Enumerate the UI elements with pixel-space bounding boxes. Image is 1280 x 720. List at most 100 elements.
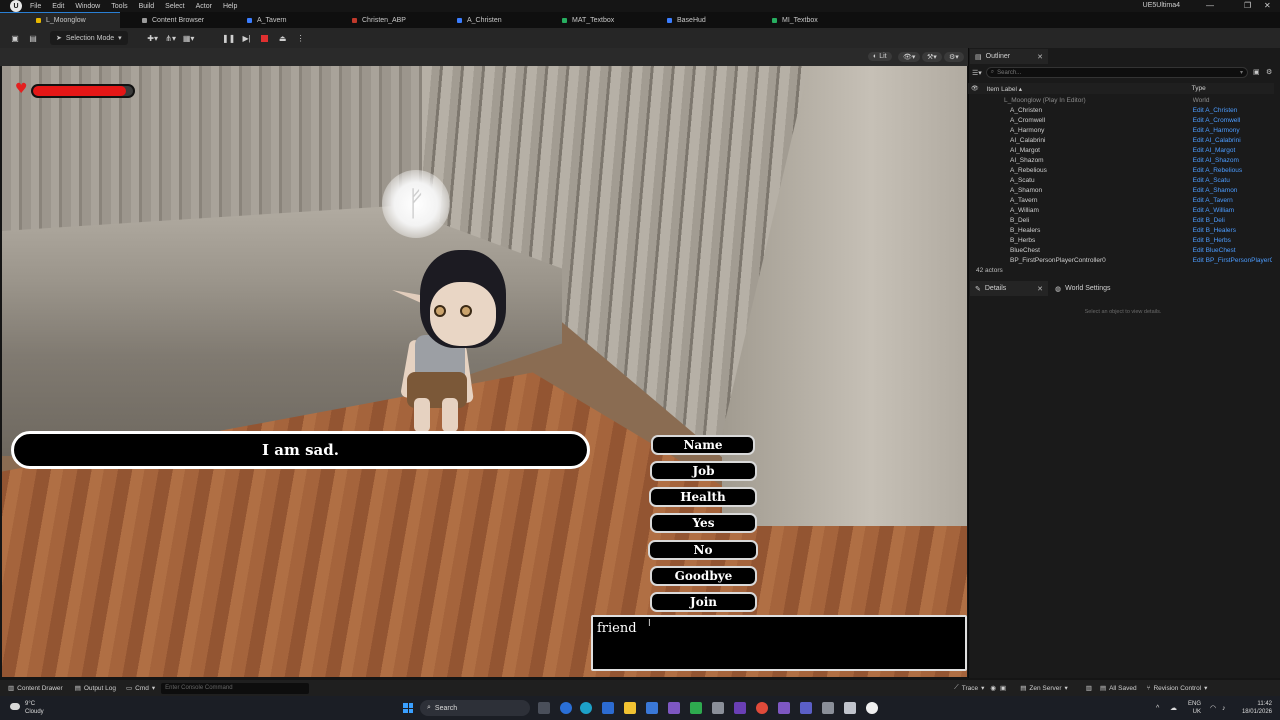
unreal-logo-icon[interactable]: U [10, 0, 22, 12]
edge-icon[interactable] [580, 702, 592, 714]
snap-settings-icon[interactable]: ⚒▾ [922, 52, 942, 62]
outliner-row[interactable]: AI_Margot Edit AI_Margot [968, 145, 1272, 155]
outliner-search-input[interactable]: ⌕ Search... ▾ [985, 67, 1248, 78]
tab-outliner[interactable]: ▤ Outliner ✕ [970, 49, 1048, 64]
selection-mode-dropdown[interactable]: ➤ Selection Mode ▾ [50, 31, 128, 45]
game-viewport[interactable] [2, 66, 967, 677]
edit-actor-link[interactable]: Edit BP_FirstPersonPlayerC [1193, 257, 1272, 264]
outliner-row[interactable]: BP_FirstPersonPlayerController0 Edit BP_F… [968, 255, 1272, 265]
menu-edit[interactable]: Edit [52, 3, 64, 10]
edit-actor-link[interactable]: Edit B_Deli [1193, 217, 1272, 224]
blueprint-menu-icon[interactable]: ⋔▾ [164, 31, 178, 45]
edit-actor-link[interactable]: Edit AI_Margot [1193, 147, 1272, 154]
reply-button-no[interactable]: No [648, 540, 758, 560]
edit-actor-link[interactable]: Edit A_Christen [1193, 107, 1272, 114]
edit-actor-link[interactable]: Edit A_Scatu [1193, 177, 1272, 184]
tab-christen-abp[interactable]: Christen_ABP [330, 12, 435, 28]
step-icon[interactable]: ▶| [240, 31, 254, 45]
edit-actor-link[interactable]: Edit AI_Calabrini [1193, 137, 1272, 144]
menu-file[interactable]: File [30, 3, 41, 10]
task-view-icon[interactable] [538, 702, 550, 714]
content-drawer-button[interactable]: ▥ Content Drawer [8, 684, 63, 693]
outliner-row[interactable]: A_Harmony Edit A_Harmony [968, 125, 1272, 135]
onedrive-icon[interactable]: ☁ [1170, 705, 1177, 713]
menu-window[interactable]: Window [75, 3, 100, 10]
outliner-row[interactable]: B_Deli Edit B_Deli [968, 215, 1272, 225]
tab-a-tavern[interactable]: A_Tavern [225, 12, 330, 28]
view-mode-lit-dropdown[interactable]: ◐ Lit [868, 52, 892, 61]
reply-button-job[interactable]: Job [650, 461, 757, 481]
edit-actor-link[interactable]: Edit A_Rebelious [1193, 167, 1272, 174]
tab-mat-textbox[interactable]: MAT_Textbox [540, 12, 645, 28]
stats-icon[interactable]: ▥ [1086, 684, 1092, 692]
output-log-button[interactable]: ▤ Output Log [75, 684, 116, 693]
close-outliner-icon[interactable]: ✕ [1037, 53, 1043, 61]
weather-widget[interactable]: 9°C Cloudy [25, 700, 44, 716]
console-command-input[interactable]: Enter Console Command [161, 682, 310, 694]
maximize-icon[interactable]: ❐ [1244, 1, 1251, 10]
language-indicator[interactable]: ENG UK [1188, 700, 1201, 716]
snipping-tool-icon[interactable] [844, 702, 856, 714]
outliner-root-row[interactable]: L_Moonglow (Play In Editor) World [968, 95, 1272, 105]
edit-actor-link[interactable]: Edit A_Cromwell [1193, 117, 1272, 124]
edit-actor-link[interactable]: Edit A_Harmony [1193, 127, 1272, 134]
item-label-column[interactable]: Item Label ▴ [987, 85, 1192, 93]
clock[interactable]: 11:42 18/01/2026 [1236, 700, 1272, 716]
stop-button[interactable] [258, 31, 272, 45]
reply-button-yes[interactable]: Yes [650, 513, 757, 533]
menu-select[interactable]: Select [165, 3, 184, 10]
teams-icon[interactable] [800, 702, 812, 714]
taskbar-search[interactable]: ⌕ Search [420, 700, 530, 716]
eject-icon[interactable]: ⏏ [276, 31, 290, 45]
settings-app-icon[interactable] [602, 702, 614, 714]
outliner-row[interactable]: A_William Edit A_William [968, 205, 1272, 215]
visibility-icon[interactable]: 👁 [971, 85, 979, 92]
edit-actor-link[interactable]: Edit A_Shamon [1193, 187, 1272, 194]
outliner-row[interactable]: A_Cromwell Edit A_Cromwell [968, 115, 1272, 125]
pause-icon[interactable]: ❚❚ [222, 31, 236, 45]
volume-icon[interactable]: ♪ [1222, 705, 1226, 713]
tray-chevron-icon[interactable]: ^ [1156, 705, 1159, 713]
tab-details[interactable]: ✎ Details ✕ [970, 281, 1048, 296]
outliner-row[interactable]: A_Tavern Edit A_Tavern [968, 195, 1272, 205]
record-icon[interactable]: ◉ [990, 684, 996, 692]
copilot-icon[interactable] [560, 702, 572, 714]
outliner-settings-icon[interactable]: ⚙ [1266, 68, 1272, 76]
trace-dropdown[interactable]: ⟋ Trace ▾ [954, 684, 984, 692]
wifi-icon[interactable]: ◠ [1210, 705, 1216, 713]
outliner-row[interactable]: B_Healers Edit B_Healers [968, 225, 1272, 235]
zen-server-dropdown[interactable]: ▤ Zen Server ▾ [1020, 684, 1068, 693]
menu-tools[interactable]: Tools [111, 3, 127, 10]
outliner-row[interactable]: AI_Shazom Edit AI_Shazom [968, 155, 1272, 165]
tab-content-browser[interactable]: Content Browser [120, 12, 225, 28]
outliner-row[interactable]: BlueChest Edit BlueChest [968, 245, 1272, 255]
calculator-icon[interactable] [712, 702, 724, 714]
content-icon[interactable]: ▤ [26, 31, 40, 45]
outliner-row[interactable]: A_Rebelious Edit A_Rebelious [968, 165, 1272, 175]
edit-actor-link[interactable]: Edit B_Healers [1193, 227, 1272, 234]
store-icon[interactable] [646, 702, 658, 714]
notepad-icon[interactable] [690, 702, 702, 714]
tab-basehud[interactable]: BaseHud [645, 12, 750, 28]
reply-button-join[interactable]: Join [650, 592, 757, 612]
edit-actor-link[interactable]: Edit B_Herbs [1193, 237, 1272, 244]
all-saved-button[interactable]: ▤ All Saved [1100, 684, 1137, 693]
cmd-dropdown[interactable]: ▭ Cmd ▾ [126, 684, 155, 693]
filter-icon[interactable]: ☰▾ [972, 69, 982, 77]
type-column[interactable]: Type [1192, 85, 1206, 92]
unreal-editor-taskbar-icon[interactable] [866, 702, 878, 714]
photos-icon[interactable] [822, 702, 834, 714]
tab-a-christen[interactable]: A_Christen [435, 12, 540, 28]
add-actor-icon[interactable]: ✚▾ [146, 31, 160, 45]
outliner-row[interactable]: A_Scatu Edit A_Scatu [968, 175, 1272, 185]
show-flags-icon[interactable]: 👁▾ [898, 52, 921, 62]
cinematics-icon[interactable]: ▦▾ [182, 31, 196, 45]
menu-build[interactable]: Build [139, 3, 155, 10]
edit-actor-link[interactable]: Edit A_Tavern [1193, 197, 1272, 204]
tab-world-settings[interactable]: ◍ World Settings [1050, 281, 1130, 296]
outliner-row[interactable]: A_Christen Edit A_Christen [968, 105, 1272, 115]
reply-button-health[interactable]: Health [649, 487, 757, 507]
viewport-settings-icon[interactable]: ⚙▾ [944, 52, 964, 62]
edit-actor-link[interactable]: Edit A_William [1193, 207, 1272, 214]
menu-actor[interactable]: Actor [196, 3, 212, 10]
